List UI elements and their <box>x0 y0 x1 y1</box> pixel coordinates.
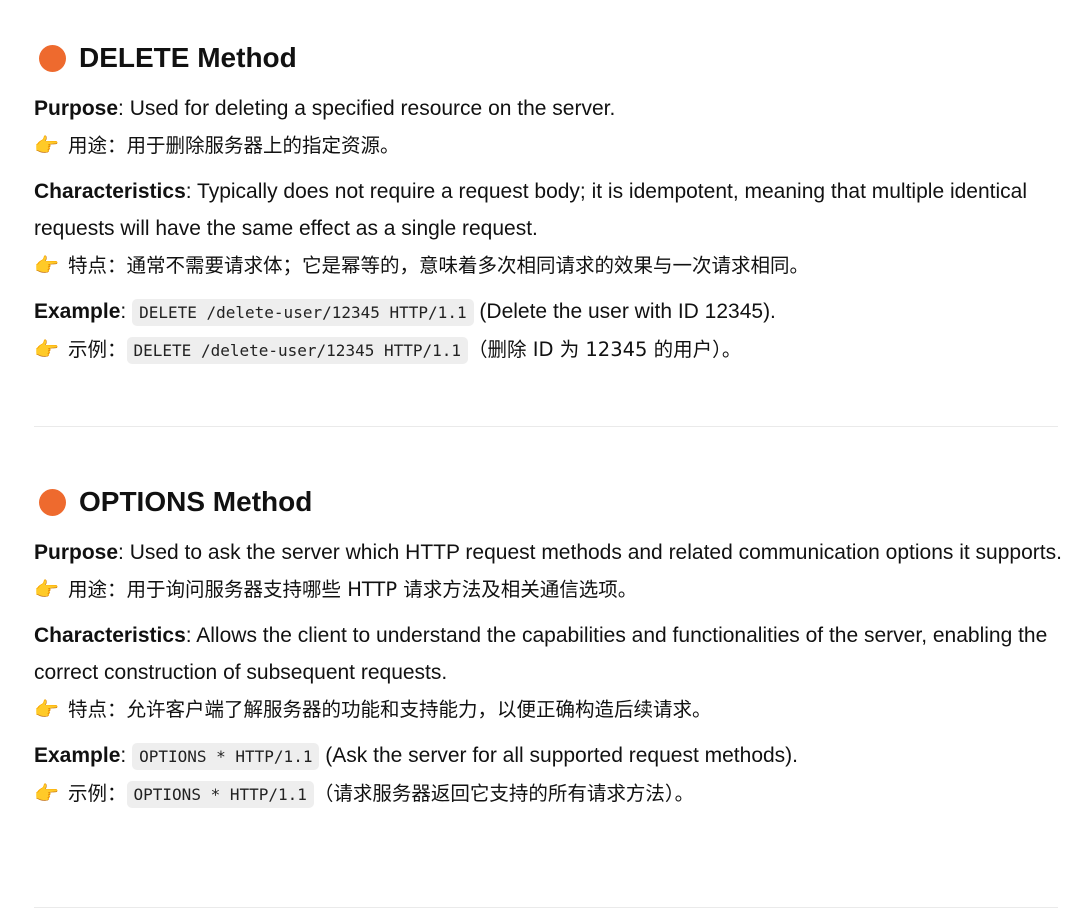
example-note: (Delete the user with ID 12345). <box>473 300 776 323</box>
delete-heading: DELETE Method <box>34 38 1064 78</box>
pointing-right-icon: 👉 <box>34 337 59 361</box>
example-zh-note: （删除 ID 为 12345 的用户）。 <box>468 338 742 361</box>
example-code: DELETE /delete-user/12345 HTTP/1.1 <box>132 299 474 326</box>
pointing-right-icon: 👉 <box>34 781 59 805</box>
example-label: Example <box>34 744 121 767</box>
characteristics-label: Characteristics <box>34 180 186 203</box>
purpose-text: : Used for deleting a specified resource… <box>118 97 616 120</box>
delete-section: DELETE Method Purpose: Used for deleting… <box>34 38 1064 369</box>
example-zh-prefix: 示例： <box>68 338 127 361</box>
purpose-zh-line: 👉 用途：用于询问服务器支持哪些 HTTP 请求方法及相关通信选项。 <box>34 571 1064 608</box>
delete-title: DELETE Method <box>79 42 297 73</box>
pointing-right-icon: 👉 <box>34 577 59 601</box>
example-zh-line: 👉 示例： DELETE /delete-user/12345 HTTP/1.1 （删… <box>34 331 1064 369</box>
example-note: (Ask the server for all supported reques… <box>319 744 799 767</box>
pointing-right-icon: 👉 <box>34 253 59 277</box>
example-zh-code: OPTIONS * HTTP/1.1 <box>126 781 314 808</box>
example-zh-line: 👉 示例： OPTIONS * HTTP/1.1 （请求服务器返回它支持的所有请求方法… <box>34 775 1064 813</box>
options-example: Example: OPTIONS * HTTP/1.1 (Ask the ser… <box>34 737 1064 813</box>
delete-example: Example: DELETE /delete-user/12345 HTTP/… <box>34 293 1064 369</box>
example-colon: : <box>120 300 133 323</box>
purpose-label: Purpose <box>34 541 119 564</box>
options-purpose: Purpose: Used to ask the server which HT… <box>34 534 1064 608</box>
purpose-zh-line: 👉 用途：用于删除服务器上的指定资源。 <box>34 127 1064 164</box>
characteristics-label: Characteristics <box>34 624 186 647</box>
purpose-zh-text: 用途：用于删除服务器上的指定资源。 <box>68 134 400 157</box>
options-characteristics: Characteristics: Allows the client to un… <box>34 617 1064 728</box>
options-heading: OPTIONS Method <box>34 482 1064 522</box>
purpose-label: Purpose <box>34 97 119 120</box>
example-code: OPTIONS * HTTP/1.1 <box>132 743 320 770</box>
delete-characteristics: Characteristics: Typically does not requ… <box>34 173 1064 284</box>
purpose-text: : Used to ask the server which HTTP requ… <box>118 541 1062 564</box>
example-zh-note: （请求服务器返回它支持的所有请求方法）。 <box>313 782 695 805</box>
purpose-zh-text: 用途：用于询问服务器支持哪些 HTTP 请求方法及相关通信选项。 <box>68 578 638 601</box>
characteristics-text: : Allows the client to understand the ca… <box>34 624 1048 684</box>
pointing-right-icon: 👉 <box>34 133 59 157</box>
example-zh-prefix: 示例： <box>68 782 127 805</box>
characteristics-zh-line: 👉 特点：允许客户端了解服务器的功能和支持能力，以便正确构造后续请求。 <box>34 691 1064 728</box>
characteristics-zh-text: 特点：通常不需要请求体；它是幂等的，意味着多次相同请求的效果与一次请求相同。 <box>68 254 810 277</box>
section-divider <box>34 426 1058 427</box>
characteristics-zh-line: 👉 特点：通常不需要请求体；它是幂等的，意味着多次相同请求的效果与一次请求相同。 <box>34 247 1064 284</box>
orange-circle-icon <box>39 44 66 72</box>
example-label: Example <box>34 300 121 323</box>
options-section: OPTIONS Method Purpose: Used to ask the … <box>34 482 1064 813</box>
example-zh-code: DELETE /delete-user/12345 HTTP/1.1 <box>126 337 469 364</box>
delete-purpose: Purpose: Used for deleting a specified r… <box>34 90 1064 164</box>
options-title: OPTIONS Method <box>79 486 313 517</box>
section-divider <box>34 907 1058 908</box>
pointing-right-icon: 👉 <box>34 697 59 721</box>
orange-circle-icon <box>39 488 66 516</box>
characteristics-zh-text: 特点：允许客户端了解服务器的功能和支持能力，以便正确构造后续请求。 <box>68 698 712 721</box>
example-colon: : <box>120 744 133 767</box>
